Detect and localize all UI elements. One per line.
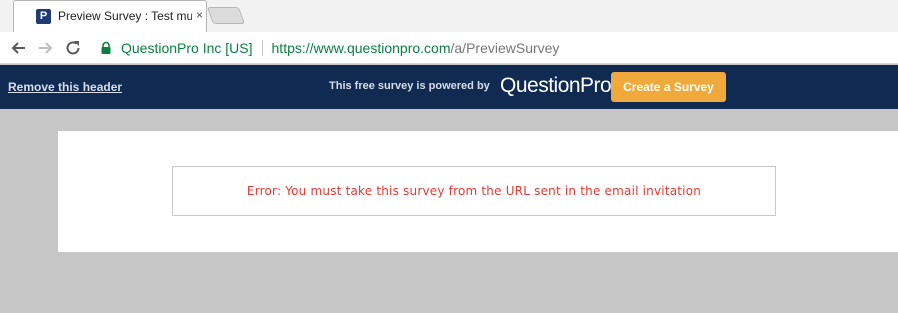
questionpro-header: Remove this header This free survey is p… bbox=[0, 65, 898, 109]
browser-tab[interactable]: P Preview Survey : Test mul × bbox=[13, 0, 207, 32]
error-message: Error: You must take this survey from th… bbox=[246, 184, 702, 198]
omnibox-divider bbox=[261, 40, 263, 56]
create-survey-button[interactable]: Create a Survey bbox=[611, 72, 726, 102]
new-tab-button[interactable] bbox=[206, 7, 246, 24]
browser-toolbar: QuestionPro Inc [US] https://www.questio… bbox=[0, 32, 898, 64]
secure-site-label[interactable]: QuestionPro Inc [US] bbox=[121, 40, 253, 56]
close-icon[interactable]: × bbox=[196, 8, 203, 22]
back-arrow-icon[interactable] bbox=[8, 38, 28, 58]
remove-header-link[interactable]: Remove this header bbox=[8, 80, 122, 94]
questionpro-logo[interactable]: QuestionPro bbox=[500, 74, 612, 98]
error-box: Error: You must take this survey from th… bbox=[172, 166, 776, 216]
favicon-icon: P bbox=[36, 8, 51, 24]
lock-icon bbox=[101, 41, 111, 54]
tab-strip: P Preview Survey : Test mul × bbox=[0, 0, 898, 32]
powered-by-text: This free survey is powered by bbox=[329, 80, 490, 92]
tab-content: P Preview Survey : Test mul bbox=[36, 7, 206, 25]
url-host: https://www.questionpro.com bbox=[271, 40, 451, 56]
address-bar[interactable]: QuestionPro Inc [US] https://www.questio… bbox=[94, 36, 898, 60]
url-text[interactable]: https://www.questionpro.com/a/PreviewSur… bbox=[272, 40, 560, 56]
tab-title: Preview Survey : Test mul bbox=[58, 9, 192, 23]
url-path: /a/PreviewSurvey bbox=[450, 40, 560, 56]
forward-arrow-icon[interactable] bbox=[36, 38, 56, 58]
survey-card: Error: You must take this survey from th… bbox=[58, 131, 898, 252]
reload-icon[interactable] bbox=[63, 38, 83, 58]
